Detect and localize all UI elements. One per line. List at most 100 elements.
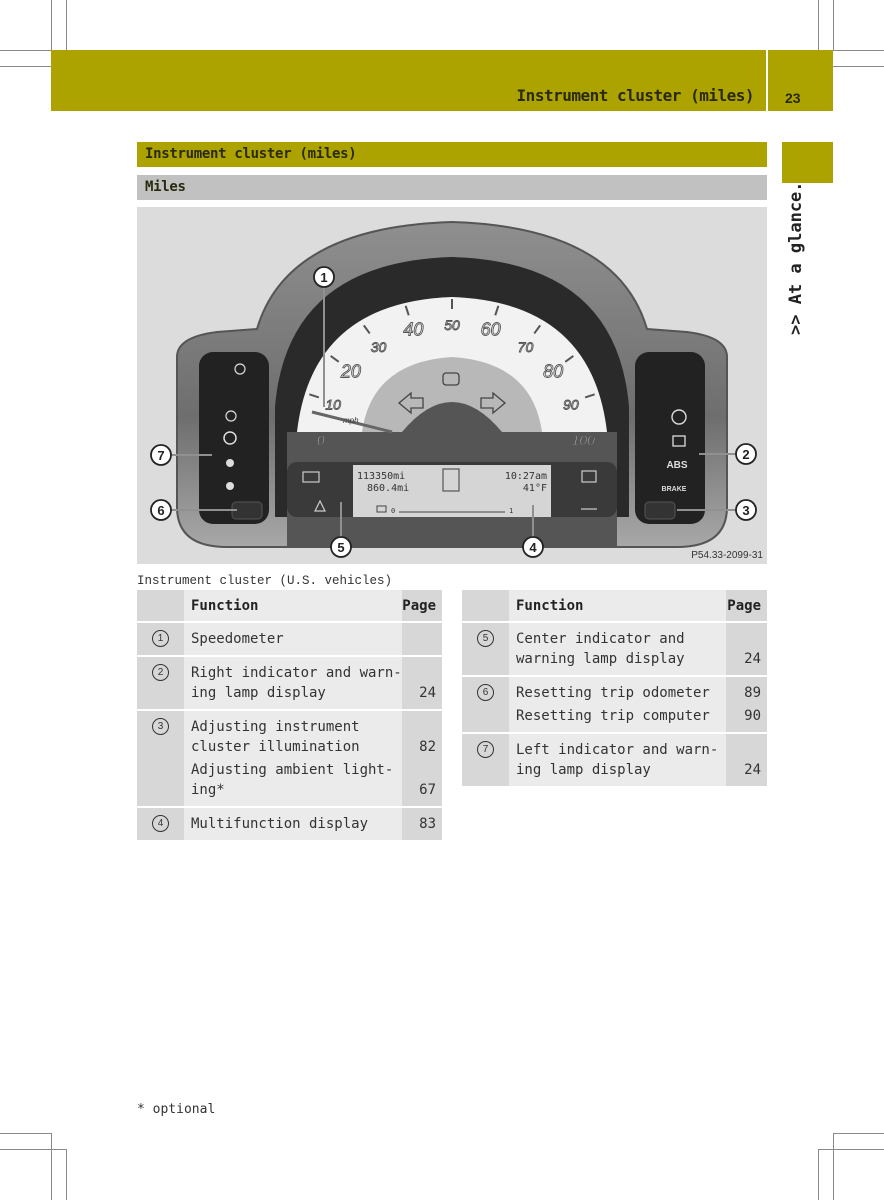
speed-unit-label: mph xyxy=(343,416,359,425)
footnote: * optional xyxy=(137,1102,216,1117)
crop-mark xyxy=(0,50,51,51)
crop-mark xyxy=(833,0,834,50)
instrument-cluster-figure: 113350mi 860.4mi 10:27am 41°F 0 1 ABS BR… xyxy=(137,207,767,564)
left-indicator-panel xyxy=(199,352,269,524)
speedometer-tick-label: 20 xyxy=(340,361,361,381)
callout-number: 5 xyxy=(337,540,344,555)
crop-mark xyxy=(833,66,884,67)
table-header-num xyxy=(137,590,184,621)
speedometer-tick-label: 70 xyxy=(518,339,534,355)
crop-mark xyxy=(818,0,819,50)
function-text: Center indicator and warning lamp display xyxy=(516,631,685,667)
page-reference[interactable]: 24 xyxy=(402,657,436,703)
crop-mark xyxy=(66,1149,67,1200)
speedometer-tick-label: 30 xyxy=(371,339,387,355)
chapter-tab xyxy=(782,142,833,183)
crop-mark xyxy=(833,1133,884,1134)
subsection-title: Miles xyxy=(145,179,186,195)
crop-mark xyxy=(51,0,52,50)
subsection-title-bar: Miles xyxy=(137,175,767,200)
callout-number: 1 xyxy=(320,270,327,285)
page-reference[interactable]: 82 xyxy=(402,711,436,757)
speedometer-tick-label: 40 xyxy=(403,320,423,340)
page-number: 23 xyxy=(785,90,801,106)
crop-mark xyxy=(0,1149,66,1150)
crop-mark xyxy=(66,0,67,50)
callout-number: 7 xyxy=(157,448,164,463)
page-reference[interactable]: 89 xyxy=(726,677,761,703)
crop-mark xyxy=(818,1149,819,1200)
speedometer-tick-label: 90 xyxy=(563,396,579,412)
display-trip: 860.4mi xyxy=(367,483,409,494)
page-reference xyxy=(402,623,436,649)
instrument-cluster-illustration: 113350mi 860.4mi 10:27am 41°F 0 1 ABS BR… xyxy=(150,220,757,558)
function-table-left: Function Page 1 Speedometer 2 Right indicato… xyxy=(137,590,442,840)
page-reference[interactable]: 90 xyxy=(726,703,761,726)
page-reference[interactable]: 67 xyxy=(402,757,436,800)
table-row: 2 Right indicator and warn-ing lamp displ… xyxy=(137,655,442,709)
table-row: 3 Adjusting instrument cluster illuminatio… xyxy=(137,709,442,806)
display-temperature: 41°F xyxy=(523,483,547,494)
seat-belt-icon xyxy=(226,459,234,467)
callout-number: 3 xyxy=(742,503,749,518)
table-header-num xyxy=(462,590,509,621)
table-row: 7 Left indicator and warn-ing lamp displa… xyxy=(462,732,767,786)
callout-number: 1 xyxy=(152,630,169,647)
speedometer-tick-label: 10 xyxy=(325,396,341,412)
running-header: Instrument cluster (miles) xyxy=(51,50,766,111)
speedometer-tick-label: 80 xyxy=(543,361,563,381)
callout-number: 4 xyxy=(152,815,169,832)
running-header-title: Instrument cluster (miles) xyxy=(516,86,755,105)
function-text: Adjusting ambient light-ing* xyxy=(191,762,394,798)
page-number-box: 23 xyxy=(768,50,833,111)
crop-mark xyxy=(51,1133,52,1200)
table-row: 6 Resetting trip odometer Resetting trip c… xyxy=(462,675,767,732)
section-title-bar: Instrument cluster (miles) xyxy=(137,142,767,167)
abs-indicator: ABS xyxy=(666,460,687,471)
callout-number: 6 xyxy=(157,503,164,518)
speedometer-tick-label: 50 xyxy=(444,317,460,333)
callout-number: 6 xyxy=(477,684,494,701)
callout-number: 4 xyxy=(529,540,537,555)
callout-number: 3 xyxy=(152,718,169,735)
figure-id: P54.33-2099-31 xyxy=(691,550,763,561)
display-time: 10:27am xyxy=(505,471,547,482)
speedometer-tick-label: 100 xyxy=(572,432,596,448)
function-text: Multifunction display xyxy=(191,816,369,832)
display-odometer: 113350mi xyxy=(357,471,405,482)
chapter-label: >> At a glance. xyxy=(786,181,806,335)
function-text: Right indicator and warn-ing lamp displa… xyxy=(191,665,402,701)
callout-number: 2 xyxy=(742,447,749,462)
figure-caption: Instrument cluster (U.S. vehicles) xyxy=(137,574,393,588)
page-reference[interactable]: 24 xyxy=(726,623,761,669)
right-indicator-panel xyxy=(635,352,705,524)
table-header-function: Function xyxy=(184,590,403,621)
function-table-right: Function Page 5 Center indicator and warning… xyxy=(462,590,767,786)
table-header-function: Function xyxy=(509,590,726,621)
callout-number: 7 xyxy=(477,741,494,758)
crop-mark xyxy=(818,1149,884,1150)
table-row: 5 Center indicator and warning lamp displa… xyxy=(462,621,767,675)
airbag-icon xyxy=(226,482,234,490)
speedometer-tick-label: 60 xyxy=(481,320,501,340)
brake-indicator: BRAKE xyxy=(662,486,687,493)
table-row: 4 Multifunction display 83 xyxy=(137,806,442,840)
function-text: Resetting trip computer xyxy=(516,708,710,724)
function-text: Left indicator and warn-ing lamp display xyxy=(516,742,719,778)
page-reference[interactable]: 24 xyxy=(726,734,761,780)
callout-number: 2 xyxy=(152,664,169,681)
page-reference[interactable]: 83 xyxy=(402,808,436,834)
crop-mark xyxy=(0,1133,51,1134)
section-title: Instrument cluster (miles) xyxy=(145,146,357,162)
crop-mark xyxy=(833,50,884,51)
table-header-page: Page xyxy=(402,590,442,621)
speedometer-tick-label: 0 xyxy=(317,432,325,448)
function-text: Speedometer xyxy=(191,631,284,647)
function-text: Resetting trip odometer xyxy=(516,685,710,701)
display-gauge-max: 1 xyxy=(509,507,513,515)
crop-mark xyxy=(0,66,51,67)
function-text: Adjusting instrument cluster illumination xyxy=(191,719,360,755)
display-gauge-min: 0 xyxy=(391,507,395,515)
table-header-page: Page xyxy=(725,590,767,621)
table-row: 1 Speedometer xyxy=(137,621,442,655)
